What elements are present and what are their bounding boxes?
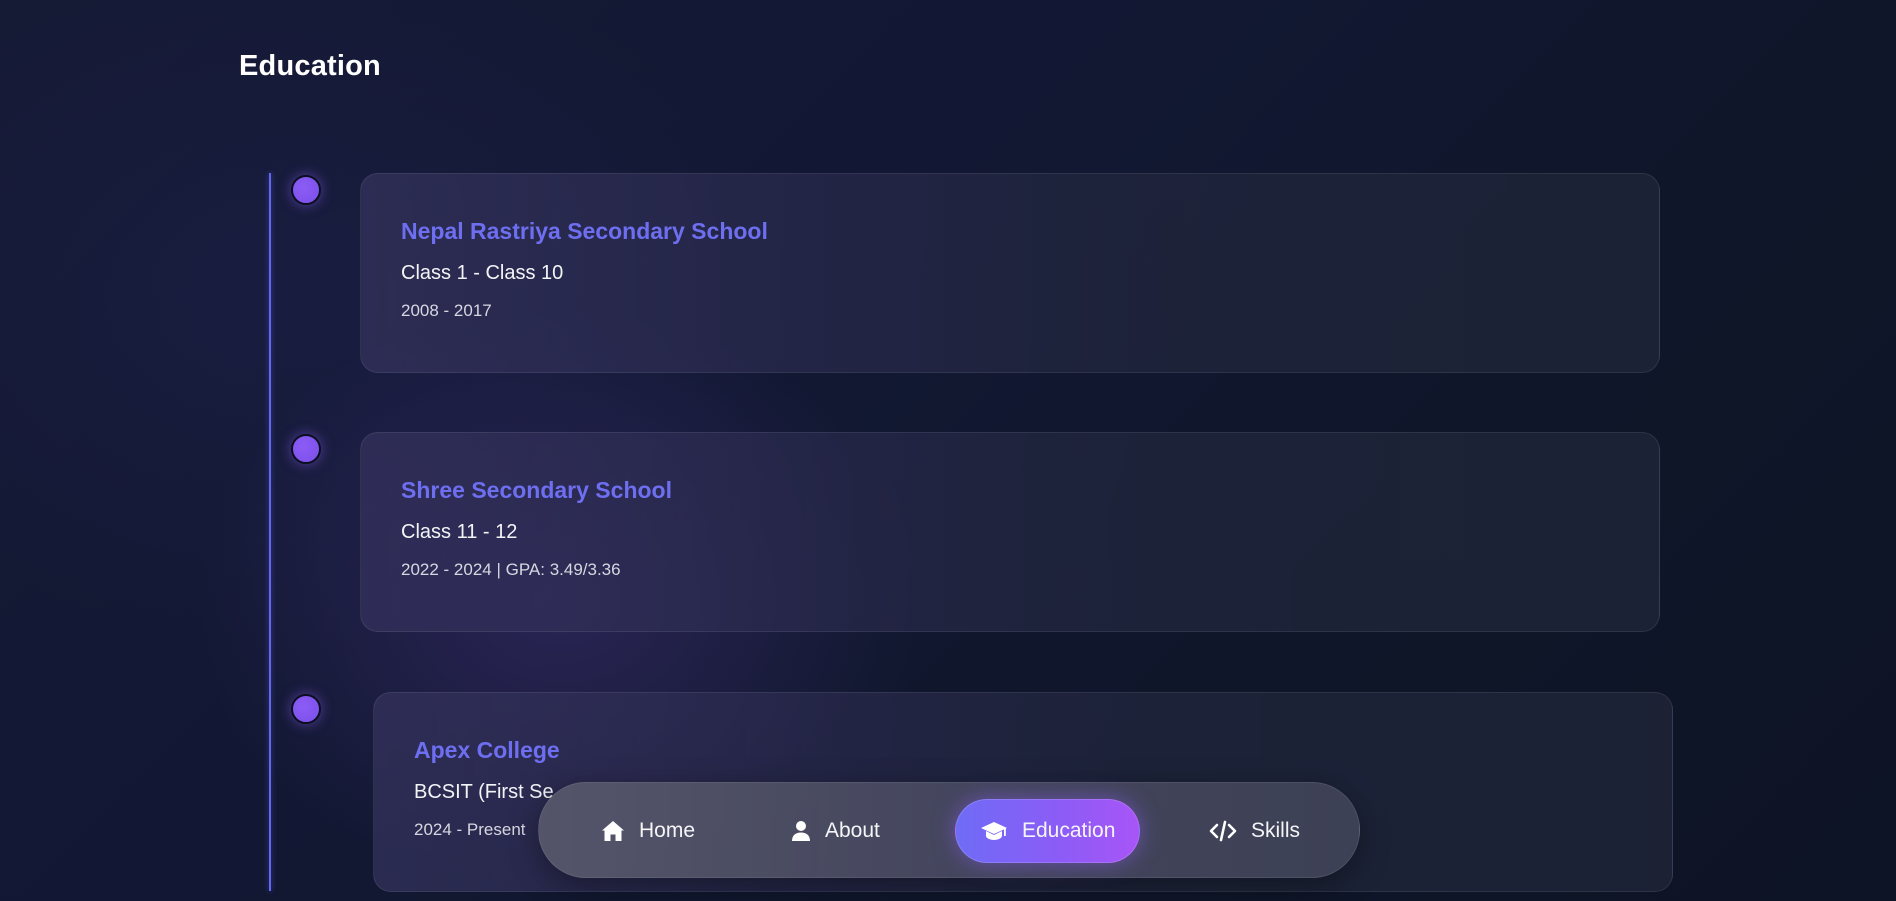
timeline-dot xyxy=(291,175,321,205)
education-years: 2022 - 2024 | GPA: 3.49/3.36 xyxy=(401,560,621,579)
timeline-dot xyxy=(291,434,321,464)
section-title: Education xyxy=(239,50,381,82)
nav-home-label: Home xyxy=(639,819,696,842)
timeline-line xyxy=(269,173,271,891)
school-name: Shree Secondary School xyxy=(401,477,672,503)
nav-about[interactable]: About xyxy=(791,799,880,863)
nav-about-label: About xyxy=(825,819,880,842)
code-icon xyxy=(1209,820,1237,842)
nav-education-label: Education xyxy=(1022,819,1116,842)
nav-skills-label: Skills xyxy=(1251,819,1301,842)
home-icon xyxy=(601,820,625,842)
graduation-cap-icon xyxy=(980,820,1008,842)
timeline-dot xyxy=(291,694,321,724)
education-card: Nepal Rastriya Secondary School Class 1 … xyxy=(360,173,1660,373)
bottom-nav: Home About Education Skills xyxy=(538,782,1360,878)
nav-skills[interactable]: Skills xyxy=(1209,799,1300,863)
school-name: Nepal Rastriya Secondary School xyxy=(401,218,768,244)
nav-education[interactable]: Education xyxy=(955,799,1141,863)
school-name: Apex College xyxy=(414,737,560,763)
education-level: Class 11 - 12 xyxy=(401,521,518,543)
education-level: Class 1 - Class 10 xyxy=(401,262,564,284)
education-card: Shree Secondary School Class 11 - 12 202… xyxy=(360,432,1660,632)
nav-home[interactable]: Home xyxy=(601,799,695,863)
user-icon xyxy=(791,820,811,842)
education-years: 2008 - 2017 xyxy=(401,301,492,320)
